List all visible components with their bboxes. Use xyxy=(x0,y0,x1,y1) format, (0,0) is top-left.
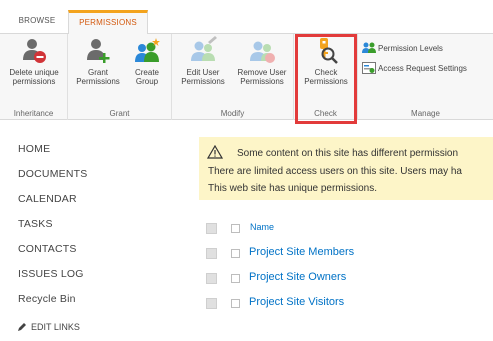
nav-item-contacts[interactable]: CONTACTS xyxy=(18,242,87,267)
remove-user-label: Remove User Permissions xyxy=(237,68,287,86)
group-inheritance: Delete unique permissions Inheritance xyxy=(0,34,68,120)
warning-line-2: There are limited access users on this s… xyxy=(208,166,462,177)
grant-permissions-label: Grant Permissions xyxy=(76,68,120,86)
tab-browse[interactable]: BROWSE xyxy=(8,10,66,34)
row-select-checkbox[interactable] xyxy=(206,248,217,259)
row-checkbox[interactable] xyxy=(231,299,240,308)
group-label-grant: Grant xyxy=(109,109,130,118)
ribbon-tabbar: BROWSE PERMISSIONS xyxy=(0,0,493,35)
check-permissions-highlight xyxy=(295,34,357,124)
ribbon: Delete unique permissions Inheritance Gr… xyxy=(0,34,493,120)
remove-user-permissions-button[interactable]: Remove User Permissions xyxy=(232,36,292,86)
create-group-button[interactable]: Create Group xyxy=(126,36,168,86)
access-request-settings-label: Access Request Settings xyxy=(378,64,467,73)
warning-icon xyxy=(207,145,223,159)
nav-item-issues-log[interactable]: ISSUES LOG xyxy=(18,267,87,292)
group-label-manage: Manage xyxy=(411,109,440,118)
edit-user-label: Edit User Permissions xyxy=(181,68,225,86)
warning-line-3: This web site has unique permissions. xyxy=(208,183,377,194)
row-checkbox[interactable] xyxy=(231,249,240,258)
pencil-icon xyxy=(18,323,26,331)
group-link[interactable]: Project Site Members xyxy=(249,246,354,258)
edit-links-label: EDIT LINKS xyxy=(31,322,80,332)
grant-permissions-button[interactable]: Grant Permissions xyxy=(72,36,124,86)
nav-item-tasks[interactable]: TASKS xyxy=(18,217,87,242)
permission-levels-label: Permission Levels xyxy=(378,44,443,53)
grant-permissions-icon xyxy=(87,39,110,63)
delete-unique-permissions-button[interactable]: Delete unique permissions xyxy=(2,36,66,86)
group-label-inheritance: Inheritance xyxy=(13,109,54,118)
group-manage: Permission Levels Access Request Setting… xyxy=(358,34,493,120)
nav-item-calendar[interactable]: CALENDAR xyxy=(18,192,87,217)
permission-levels-button[interactable]: Permission Levels xyxy=(362,42,443,54)
group-modify: Edit User Permissions Remove User Permis… xyxy=(172,34,294,120)
group-link[interactable]: Project Site Visitors xyxy=(249,296,344,308)
permissions-warning-banner: Some content on this site has different … xyxy=(199,137,493,200)
remove-user-icon xyxy=(250,41,275,63)
nav-item-home[interactable]: HOME xyxy=(18,142,87,167)
nav-item-recycle-bin[interactable]: Recycle Bin xyxy=(18,292,87,317)
permission-levels-icon xyxy=(362,42,376,53)
header-checkbox[interactable] xyxy=(231,224,240,233)
access-request-icon xyxy=(362,62,376,74)
access-request-settings-button[interactable]: Access Request Settings xyxy=(362,62,467,74)
group-link[interactable]: Project Site Owners xyxy=(249,271,346,283)
row-checkbox[interactable] xyxy=(231,274,240,283)
row-select-checkbox[interactable] xyxy=(206,298,217,309)
delete-permissions-icon xyxy=(23,39,46,63)
group-label-modify: Modify xyxy=(220,109,245,118)
warning-line-1: Some content on this site has different … xyxy=(237,148,459,159)
nav-item-documents[interactable]: DOCUMENTS xyxy=(18,167,87,192)
edit-user-icon xyxy=(191,36,217,61)
edit-user-permissions-button[interactable]: Edit User Permissions xyxy=(176,36,230,86)
create-group-icon xyxy=(135,38,160,62)
tab-permissions[interactable]: PERMISSIONS xyxy=(68,10,148,35)
edit-links-button[interactable]: EDIT LINKS xyxy=(18,322,80,332)
column-header-name[interactable]: Name xyxy=(250,222,274,232)
left-navigation: HOME DOCUMENTS CALENDAR TASKS CONTACTS I… xyxy=(18,142,87,317)
select-all-checkbox[interactable] xyxy=(206,223,217,234)
row-select-checkbox[interactable] xyxy=(206,273,217,284)
delete-unique-label: Delete unique permissions xyxy=(9,68,59,86)
group-grant: Grant Permissions Create Group Grant xyxy=(68,34,172,120)
create-group-label: Create Group xyxy=(134,68,159,86)
